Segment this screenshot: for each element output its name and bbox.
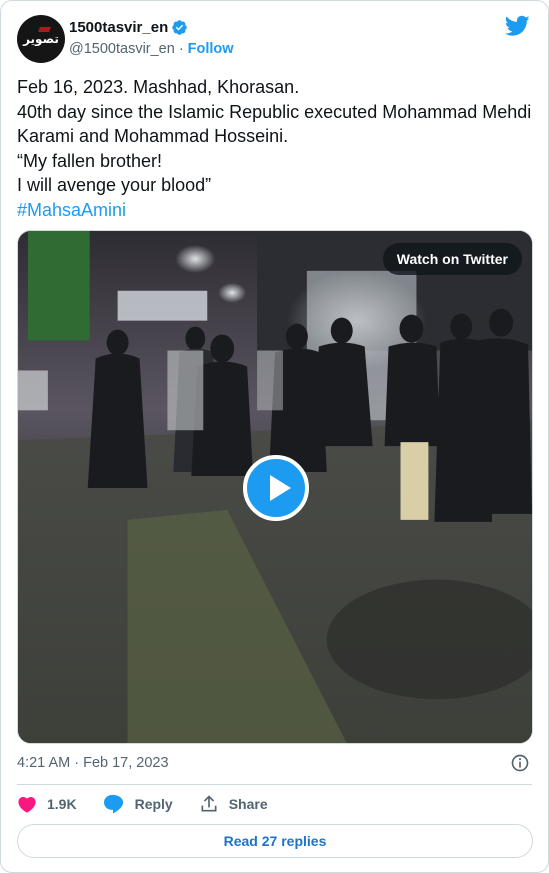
tweet-body: Feb 16, 2023. Mashhad, Khorasan. 40th da… bbox=[17, 75, 537, 222]
share-button[interactable]: Share bbox=[199, 794, 268, 814]
play-button[interactable] bbox=[243, 455, 309, 521]
tweet-text: Feb 16, 2023. Mashhad, Khorasan. 40th da… bbox=[17, 77, 532, 195]
share-icon bbox=[201, 795, 217, 812]
tweet-timestamp[interactable]: 4:21 AM · Feb 17, 2023 bbox=[17, 753, 169, 773]
hashtag-link[interactable]: #MahsaAmini bbox=[17, 200, 126, 220]
play-icon bbox=[270, 475, 291, 501]
display-name[interactable]: 1500tasvir_en bbox=[69, 19, 168, 36]
action-bar: 1.9K Reply Share bbox=[17, 793, 294, 815]
like-button[interactable]: 1.9K bbox=[17, 795, 77, 813]
separator-dot: · bbox=[178, 41, 184, 57]
reply-button[interactable]: Reply bbox=[103, 794, 173, 814]
name-row: 1500tasvir_en bbox=[69, 17, 188, 37]
reply-bubble-icon bbox=[103, 794, 123, 814]
handle-row: @1500tasvir_en · Follow bbox=[69, 39, 234, 59]
verified-badge-icon bbox=[172, 19, 188, 35]
tweet-embed-card: تصویر 1500tasvir_en @1500tasvir_en · Fol… bbox=[0, 0, 549, 873]
like-count: 1.9K bbox=[47, 796, 77, 812]
info-icon[interactable] bbox=[510, 753, 530, 773]
twitter-bird-icon[interactable] bbox=[505, 15, 530, 37]
watch-on-twitter-button[interactable]: Watch on Twitter bbox=[382, 243, 522, 275]
follow-link[interactable]: Follow bbox=[188, 41, 234, 57]
heart-icon bbox=[18, 797, 36, 813]
read-replies-button[interactable]: Read 27 replies bbox=[17, 824, 533, 858]
video-media[interactable]: Watch on Twitter bbox=[17, 230, 533, 744]
avatar[interactable]: تصویر bbox=[17, 15, 65, 63]
tweet-header: تصویر 1500tasvir_en @1500tasvir_en · Fol… bbox=[17, 15, 532, 63]
share-label: Share bbox=[228, 796, 268, 812]
divider bbox=[17, 784, 532, 785]
handle[interactable]: @1500tasvir_en bbox=[69, 41, 175, 57]
avatar-logo-text: تصویر bbox=[23, 32, 59, 46]
reply-label: Reply bbox=[134, 796, 173, 812]
